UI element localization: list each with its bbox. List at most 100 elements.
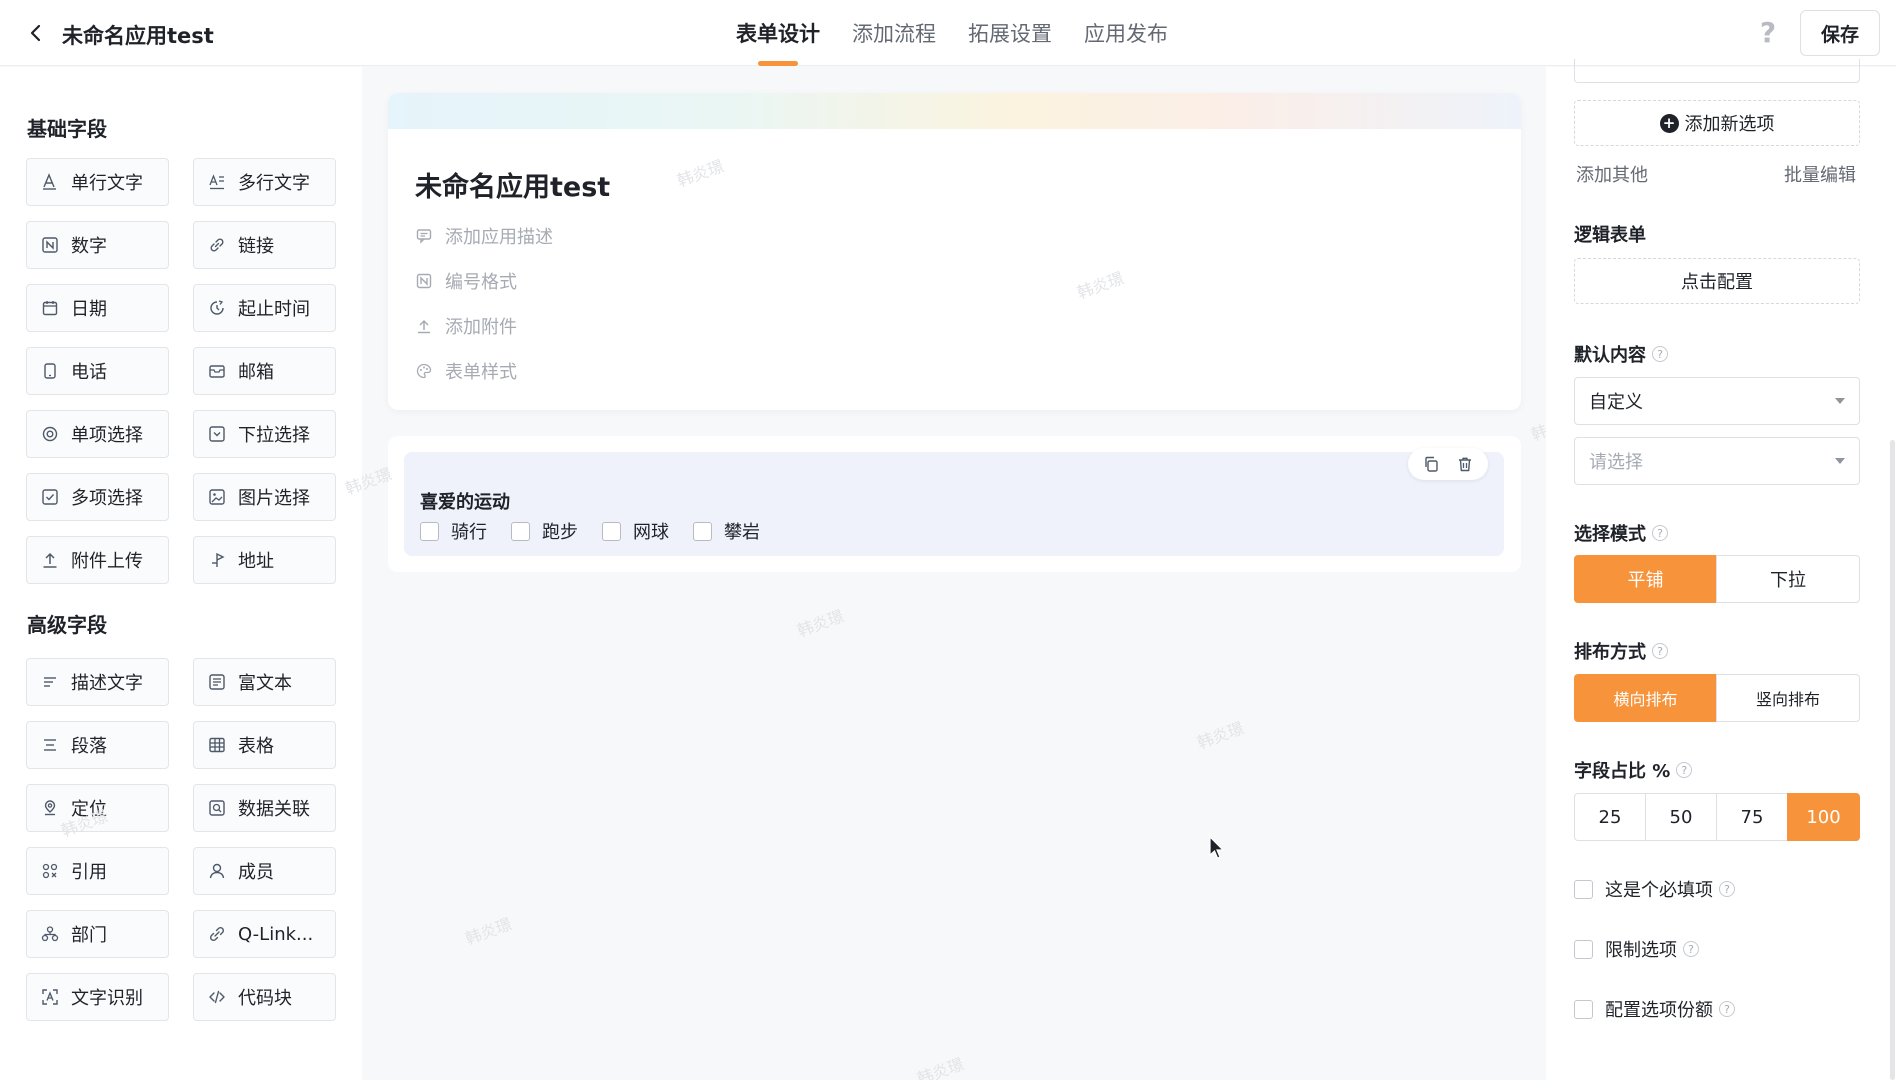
option-checkbox[interactable]: 攀岩 <box>693 518 760 544</box>
field-type-button[interactable]: 富文本 <box>193 658 336 706</box>
field-type-button[interactable]: 单项选择 <box>26 410 169 458</box>
default-content-select[interactable]: 自定义 <box>1574 377 1860 425</box>
right-panel-scrollbar[interactable] <box>1890 440 1895 1080</box>
field-type-button[interactable]: 附件上传 <box>26 536 169 584</box>
checkbox-icon[interactable] <box>1574 939 1593 959</box>
field-type-button[interactable]: 定位 <box>26 784 169 832</box>
delete-icon[interactable] <box>1454 453 1476 475</box>
field-type-label: 富文本 <box>238 673 292 694</box>
link-icon <box>208 236 226 254</box>
field-type-label: 成员 <box>238 862 274 883</box>
option-checkbox[interactable]: 网球 <box>602 518 669 544</box>
field-type-button[interactable]: 部门 <box>26 910 169 958</box>
form-style-link[interactable]: 表单样式 <box>415 358 517 384</box>
field-type-button[interactable]: 成员 <box>193 847 336 895</box>
field-toolbar <box>1408 448 1488 480</box>
layout-title: 排布方式? <box>1574 638 1668 664</box>
field-type-button[interactable]: 表格 <box>193 721 336 769</box>
select-mode-label: 选择模式 <box>1574 524 1646 545</box>
add-attachment-link[interactable]: 添加附件 <box>415 313 517 339</box>
field-type-button[interactable]: 图片选择 <box>193 473 336 521</box>
field-type-button[interactable]: 数据关联 <box>193 784 336 832</box>
field-type-button[interactable]: 文字识别 <box>26 973 169 1021</box>
field-type-button[interactable]: 日期 <box>26 284 169 332</box>
checkbox-icon[interactable] <box>420 521 439 541</box>
option-list: 骑行 跑步 网球 攀岩 <box>420 518 760 544</box>
option-checkbox[interactable]: 骑行 <box>420 518 487 544</box>
tab-form-design[interactable]: 表单设计 <box>720 0 836 66</box>
checkbox-icon[interactable] <box>511 521 530 541</box>
field-type-button[interactable]: Q-Link... <box>193 910 336 958</box>
app-title: 未命名应用test <box>62 24 214 48</box>
option-quota-checkbox[interactable]: 配置选项份额? <box>1574 996 1735 1022</box>
help-icon[interactable]: ? <box>1752 16 1784 49</box>
ocr-icon <box>41 988 59 1006</box>
option-checkbox[interactable]: 跑步 <box>511 518 578 544</box>
form-title[interactable]: 未命名应用test <box>415 165 610 204</box>
checkbox-icon[interactable] <box>1574 999 1593 1019</box>
add-description-link[interactable]: 添加应用描述 <box>415 223 553 249</box>
help-circle-icon[interactable]: ? <box>1683 941 1699 957</box>
help-circle-icon[interactable]: ? <box>1719 881 1735 897</box>
width-100[interactable]: 100 <box>1787 793 1860 841</box>
batch-edit-link[interactable]: 批量编辑 <box>1784 161 1856 187</box>
select-mode-tile[interactable]: 平铺 <box>1574 555 1717 603</box>
field-type-button[interactable]: 代码块 <box>193 973 336 1021</box>
add-option-button[interactable]: + 添加新选项 <box>1574 100 1860 146</box>
form-style-label: 表单样式 <box>445 362 517 383</box>
add-option-label: 添加新选项 <box>1684 114 1775 135</box>
field-type-button[interactable]: 描述文字 <box>26 658 169 706</box>
field-type-button[interactable]: 多项选择 <box>26 473 169 521</box>
option-label: 攀岩 <box>724 522 760 543</box>
field-type-button[interactable]: 数字 <box>26 221 169 269</box>
field-type-button[interactable]: 链接 <box>193 221 336 269</box>
help-circle-icon[interactable]: ? <box>1652 525 1668 541</box>
form-field-card[interactable]: 喜爱的运动 骑行 跑步 网球 攀岩 <box>388 436 1521 572</box>
width-75[interactable]: 75 <box>1716 793 1788 841</box>
width-50[interactable]: 50 <box>1645 793 1717 841</box>
field-type-button[interactable]: 段落 <box>26 721 169 769</box>
field-type-button[interactable]: 引用 <box>26 847 169 895</box>
select-mode-dropdown[interactable]: 下拉 <box>1716 555 1860 603</box>
option-input-partial[interactable] <box>1574 59 1860 83</box>
field-type-button[interactable]: 地址 <box>193 536 336 584</box>
field-type-button[interactable]: 电话 <box>26 347 169 395</box>
layout-horizontal[interactable]: 横向排布 <box>1574 674 1717 722</box>
help-circle-icon[interactable]: ? <box>1719 1001 1735 1017</box>
field-type-button[interactable]: 起止时间 <box>193 284 336 332</box>
tab-add-workflow[interactable]: 添加流程 <box>836 0 952 66</box>
rich-text-icon <box>208 673 226 691</box>
save-button[interactable]: 保存 <box>1800 10 1880 56</box>
field-type-button[interactable]: 邮箱 <box>193 347 336 395</box>
required-checkbox[interactable]: 这是个必填项? <box>1574 876 1735 902</box>
logic-form-title: 逻辑表单 <box>1574 221 1646 247</box>
option-label: 跑步 <box>542 522 578 543</box>
help-circle-icon[interactable]: ? <box>1652 643 1668 659</box>
tab-app-publish[interactable]: 应用发布 <box>1068 0 1184 66</box>
layout-vertical[interactable]: 竖向排布 <box>1716 674 1860 722</box>
numbering-format-link[interactable]: 编号格式 <box>415 268 517 294</box>
option-label: 网球 <box>633 522 669 543</box>
tab-extension-settings[interactable]: 拓展设置 <box>952 0 1068 66</box>
field-type-button[interactable]: 单行文字 <box>26 158 169 206</box>
width-25[interactable]: 25 <box>1574 793 1646 841</box>
selected-field-checkbox-group[interactable]: 喜爱的运动 骑行 跑步 网球 攀岩 <box>404 448 1504 556</box>
number-icon <box>41 236 59 254</box>
plus-circle-icon: + <box>1659 113 1679 133</box>
help-circle-icon[interactable]: ? <box>1676 762 1693 778</box>
default-option-select[interactable]: 请选择 <box>1574 437 1860 485</box>
checkbox-icon[interactable] <box>1574 879 1593 899</box>
field-type-label: 单行文字 <box>71 173 143 194</box>
checkbox-icon[interactable] <box>693 521 712 541</box>
add-other-link[interactable]: 添加其他 <box>1576 161 1648 187</box>
checkbox-icon <box>41 488 59 506</box>
field-type-button[interactable]: 下拉选择 <box>193 410 336 458</box>
limit-options-checkbox[interactable]: 限制选项? <box>1574 936 1699 962</box>
logic-config-button[interactable]: 点击配置 <box>1574 258 1860 304</box>
checkbox-icon[interactable] <box>602 521 621 541</box>
copy-icon[interactable] <box>1420 453 1442 475</box>
field-type-button[interactable]: 多行文字 <box>193 158 336 206</box>
field-type-label: 单项选择 <box>71 425 143 446</box>
help-circle-icon[interactable]: ? <box>1652 346 1668 362</box>
back-arrow-icon[interactable] <box>22 19 50 47</box>
